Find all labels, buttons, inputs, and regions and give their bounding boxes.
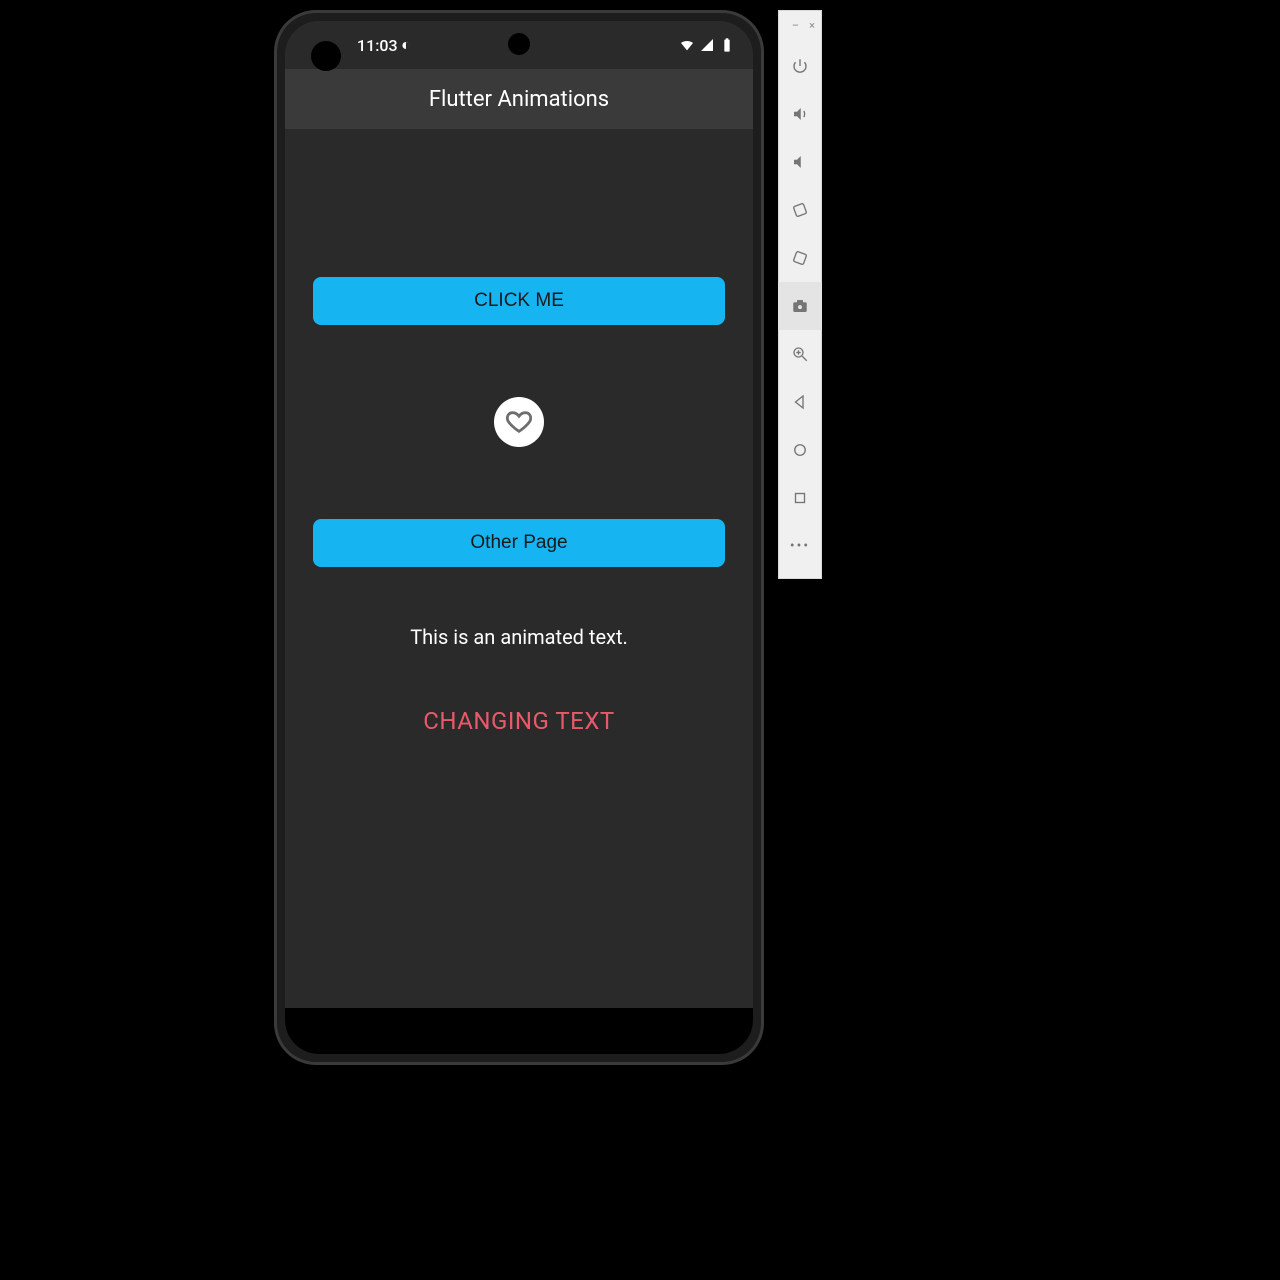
more-button[interactable]: •••	[778, 522, 822, 570]
rotate-left-button[interactable]	[778, 186, 822, 234]
overview-icon	[791, 489, 809, 507]
status-app-indicator-icon: ◐	[401, 35, 411, 55]
home-icon	[791, 441, 809, 459]
favorite-button[interactable]	[494, 397, 544, 447]
heart-outline-icon	[505, 408, 533, 436]
volume-down-button[interactable]	[778, 138, 822, 186]
volume-up-button[interactable]	[778, 90, 822, 138]
other-page-button-label: Other Page	[470, 532, 567, 554]
emulator-toolbar: – × •••	[778, 10, 822, 579]
rotate-left-icon	[791, 201, 809, 219]
rotate-right-icon	[791, 249, 809, 267]
volume-up-icon	[791, 105, 809, 123]
android-nav-bar	[285, 1008, 753, 1054]
app-bar-title: Flutter Animations	[429, 87, 609, 112]
more-icon: •••	[790, 538, 810, 554]
battery-icon	[719, 37, 735, 53]
click-me-button-label: CLICK ME	[474, 290, 564, 312]
wifi-icon	[679, 37, 695, 53]
emulator-device-frame: 11:03 ◐ Flutter Animations CLICK ME	[274, 10, 764, 1065]
power-button[interactable]	[778, 42, 822, 90]
back-icon	[791, 393, 809, 411]
animated-caption-text: This is an animated text.	[410, 625, 628, 649]
device-screen: 11:03 ◐ Flutter Animations CLICK ME	[285, 21, 753, 1054]
minimize-window-button[interactable]: –	[792, 19, 799, 32]
click-me-button[interactable]: CLICK ME	[313, 277, 725, 325]
power-icon	[791, 57, 809, 75]
zoom-button[interactable]	[778, 330, 822, 378]
changing-text-label: CHANGING TEXT	[423, 707, 614, 735]
screenshot-button[interactable]	[778, 282, 822, 330]
overview-button[interactable]	[778, 474, 822, 522]
zoom-icon	[791, 345, 809, 363]
back-button[interactable]	[778, 378, 822, 426]
emulator-window-controls: – ×	[779, 15, 821, 42]
status-clock: 11:03	[357, 36, 398, 55]
camera-icon	[791, 297, 809, 315]
rotate-right-button[interactable]	[778, 234, 822, 282]
close-window-button[interactable]: ×	[809, 19, 815, 32]
volume-down-icon	[791, 153, 809, 171]
punch-hole-camera-icon	[508, 33, 530, 55]
app-body: CLICK ME Other Page This is an animated …	[285, 129, 753, 1008]
app-bar: Flutter Animations	[285, 69, 753, 129]
home-button[interactable]	[778, 426, 822, 474]
cell-signal-icon	[699, 37, 715, 53]
front-camera-icon	[311, 41, 341, 71]
other-page-button[interactable]: Other Page	[313, 519, 725, 567]
